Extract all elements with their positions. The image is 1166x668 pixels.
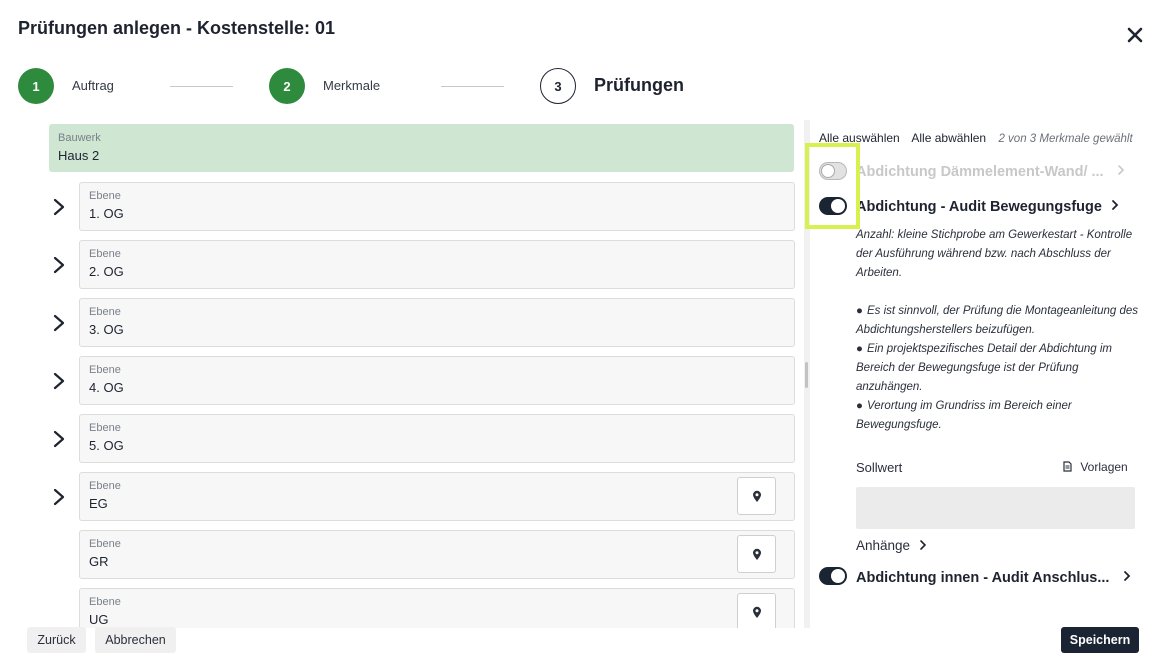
chevron-right-icon — [920, 540, 926, 550]
merkmal-title-3-label: Abdichtung innen - Audit Anschlus... — [856, 570, 1110, 586]
bauwerk-field[interactable]: Bauwerk Haus 2 — [49, 124, 794, 172]
back-button[interactable]: Zurück — [27, 627, 86, 653]
step-connector — [170, 86, 233, 87]
bauwerk-label: Bauwerk — [58, 132, 101, 144]
ebene-field[interactable]: Ebene 1. OG — [79, 182, 795, 231]
ebene-label: Ebene — [89, 248, 121, 260]
dialog-title: Prüfungen anlegen - Kostenstelle: 01 — [18, 18, 336, 38]
merkmale-panel: Alle auswählen Alle abwählen 2 von 3 Mer… — [810, 120, 1156, 628]
merkmal-title-2[interactable]: Abdichtung - Audit Bewegungsfuge — [856, 199, 1120, 215]
anhaenge-link[interactable]: Anhänge — [856, 538, 928, 553]
ebene-value: 1. OG — [89, 206, 124, 221]
vorlagen-button[interactable]: Vorlagen — [1063, 460, 1128, 474]
select-all-link[interactable]: Alle auswählen — [819, 131, 900, 145]
merkmal-title-1-label: Abdichtung Dämmelement-Wand/ ... — [856, 164, 1104, 180]
tree-row: Ebene EG — [18, 472, 801, 522]
ebene-value: GR — [89, 554, 109, 569]
selection-count: 2 von 3 Merkmale gewählt — [998, 133, 1133, 145]
vorlagen-label: Vorlagen — [1080, 460, 1128, 474]
sollwert-label: Sollwert — [856, 460, 903, 475]
ebene-label: Ebene — [89, 422, 121, 434]
merkmal-toggle-3[interactable] — [819, 567, 847, 585]
step-connector — [441, 86, 504, 87]
tree-row: Ebene 4. OG — [18, 356, 801, 406]
location-tree: Bauwerk Haus 2 Ebene 1. OG Ebene 2. OG E… — [18, 120, 801, 628]
location-pin-icon — [752, 606, 761, 618]
resize-handle[interactable] — [805, 362, 808, 388]
deselect-all-link[interactable]: Alle abwählen — [911, 131, 986, 145]
step-1-label: Auftrag — [72, 78, 114, 93]
chevron-right-icon — [1112, 200, 1119, 210]
save-button[interactable]: Speichern — [1061, 627, 1139, 653]
selection-bar: Alle auswählen Alle abwählen 2 von 3 Mer… — [819, 131, 1133, 145]
ebene-field[interactable]: Ebene UG — [79, 588, 795, 628]
document-icon — [1063, 461, 1072, 472]
location-pin-button[interactable] — [737, 535, 776, 573]
chevron-right-icon[interactable] — [52, 313, 66, 333]
ebene-label: Ebene — [89, 596, 121, 608]
ebene-value: UG — [89, 612, 109, 627]
description-bullet: Verortung im Grundriss im Bereich einer … — [856, 397, 1146, 435]
location-pin-button[interactable] — [737, 477, 776, 515]
tree-row: Ebene 5. OG — [18, 414, 801, 464]
stepper: 1 Auftrag 2 Merkmale 3 Prüfungen — [18, 68, 1158, 106]
merkmal-title-3[interactable]: Abdichtung innen - Audit Anschlus... — [856, 570, 1132, 586]
ebene-value: 4. OG — [89, 380, 124, 395]
chevron-right-icon[interactable] — [52, 487, 66, 507]
tree-row: Ebene UG — [18, 588, 801, 628]
ebene-label: Ebene — [89, 364, 121, 376]
ebene-value: 5. OG — [89, 438, 124, 453]
description-bullet: Es ist sinnvoll, der Prüfung die Montage… — [856, 302, 1146, 340]
merkmal-title-2-label: Abdichtung - Audit Bewegungsfuge — [856, 199, 1102, 215]
step-3-label: Prüfungen — [594, 75, 684, 95]
ebene-field[interactable]: Ebene EG — [79, 472, 795, 521]
chevron-right-icon — [1123, 571, 1130, 581]
description-bullet: Ein projektspezifisches Detail der Abdic… — [856, 340, 1146, 397]
chevron-right-icon — [1117, 165, 1124, 175]
ebene-value: 2. OG — [89, 264, 124, 279]
sollwert-input[interactable] — [856, 487, 1135, 529]
chevron-right-icon[interactable] — [52, 197, 66, 217]
ebene-field[interactable]: Ebene GR — [79, 530, 795, 579]
step-2-circle[interactable]: 2 — [269, 68, 305, 104]
chevron-right-icon[interactable] — [52, 255, 66, 275]
close-icon[interactable] — [1124, 24, 1146, 46]
ebene-label: Ebene — [89, 538, 121, 550]
tree-row: Ebene 3. OG — [18, 298, 801, 348]
tree-row: Ebene GR — [18, 530, 801, 580]
location-pin-icon — [752, 490, 761, 502]
location-pin-icon — [752, 548, 761, 560]
ebene-field[interactable]: Ebene 5. OG — [79, 414, 795, 463]
anhaenge-label: Anhänge — [856, 538, 911, 553]
merkmal-title-1[interactable]: Abdichtung Dämmelement-Wand/ ... — [856, 164, 1126, 180]
ebene-value: 3. OG — [89, 322, 124, 337]
description-intro: Anzahl: kleine Stichprobe am Gewerkestar… — [856, 229, 1133, 279]
tree-row: Ebene 2. OG — [18, 240, 801, 290]
ebene-label: Ebene — [89, 306, 121, 318]
merkmal-description: Anzahl: kleine Stichprobe am Gewerkestar… — [856, 226, 1146, 435]
step-3-circle[interactable]: 3 — [540, 68, 576, 104]
chevron-right-icon[interactable] — [52, 429, 66, 449]
step-1-circle[interactable]: 1 — [18, 68, 54, 104]
ebene-field[interactable]: Ebene 4. OG — [79, 356, 795, 405]
ebene-value: EG — [89, 496, 108, 511]
cancel-button[interactable]: Abbrechen — [95, 627, 176, 653]
bauwerk-value: Haus 2 — [58, 148, 100, 163]
ebene-field[interactable]: Ebene 3. OG — [79, 298, 795, 347]
chevron-right-icon[interactable] — [52, 371, 66, 391]
step-2-label: Merkmale — [323, 78, 381, 93]
location-pin-button[interactable] — [737, 593, 776, 628]
ebene-field[interactable]: Ebene 2. OG — [79, 240, 795, 289]
tree-row: Ebene 1. OG — [18, 182, 801, 232]
ebene-label: Ebene — [89, 190, 121, 202]
ebene-label: Ebene — [89, 480, 121, 492]
merkmal-toggle-1[interactable] — [819, 162, 847, 180]
merkmal-toggle-2[interactable] — [819, 197, 847, 215]
